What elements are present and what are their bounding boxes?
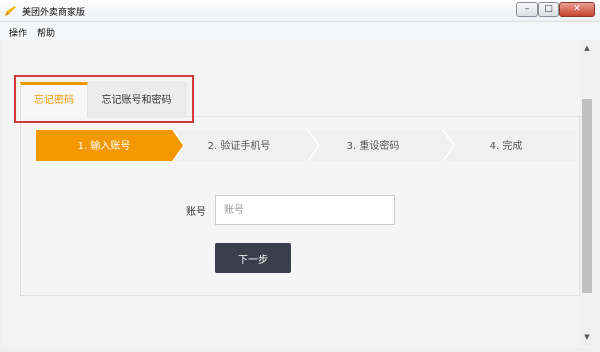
window-title: 美团外卖商家版: [22, 8, 86, 18]
step-1-label: 1. 输入账号: [78, 139, 131, 152]
highlight-annotation: [14, 75, 194, 123]
menu-bar: 操作 帮助: [0, 22, 600, 40]
next-step-button[interactable]: 下一步: [215, 243, 291, 273]
scroll-thumb[interactable]: [582, 99, 592, 293]
pencil-logo-icon: [5, 6, 16, 16]
account-input[interactable]: [215, 195, 395, 225]
step-4-label: 4. 完成: [490, 139, 523, 152]
menu-help[interactable]: 帮助: [37, 26, 55, 39]
vertical-scrollbar[interactable]: ▲ ▼: [580, 40, 594, 346]
close-button[interactable]: ✕: [559, 2, 595, 17]
step-progress: 1. 输入账号 2. 验证手机号 3. 重设密码 4. 完成: [36, 130, 576, 161]
minimize-button[interactable]: –: [516, 2, 538, 17]
scroll-down-arrow-icon[interactable]: ▼: [580, 331, 594, 343]
scroll-up-arrow-icon[interactable]: ▲: [580, 42, 594, 54]
step-2-label: 2. 验证手机号: [208, 139, 271, 152]
menu-operations[interactable]: 操作: [9, 26, 27, 39]
maximize-button[interactable]: □: [538, 2, 559, 17]
title-bar: 美团外卖商家版 – □ ✕: [0, 0, 600, 22]
account-label: 账号: [186, 207, 206, 218]
step-3-label: 3. 重设密码: [347, 139, 400, 152]
